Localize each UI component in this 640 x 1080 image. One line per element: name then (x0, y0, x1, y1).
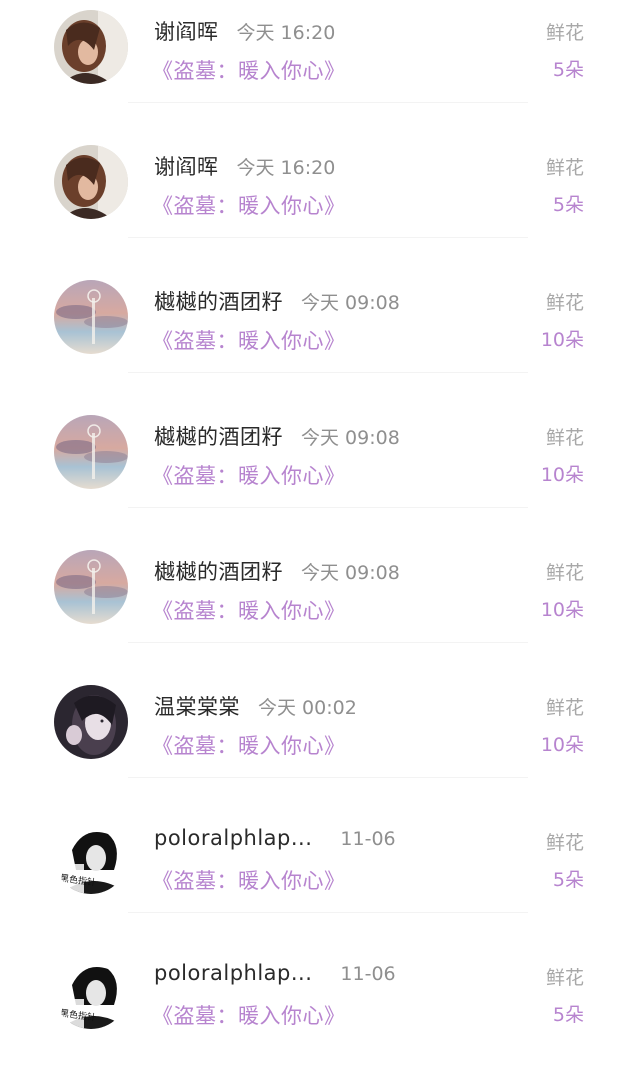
avatar-image (54, 415, 128, 489)
avatar-image (54, 550, 128, 624)
user-name[interactable]: 樾樾的酒团籽 (154, 286, 283, 316)
book-title[interactable]: 《盗墓：暖入你心》 (152, 595, 346, 625)
list-item[interactable]: 温棠棠棠 今天 00:02 《盗墓：暖入你心》 鲜花 10朵 (0, 675, 640, 810)
timestamp: 11-06 (340, 828, 396, 850)
user-name[interactable]: 温棠棠棠 (154, 691, 240, 721)
list-item[interactable]: 黑色指针 poloralphlap... 11-06 《盗墓：暖入你心》 鲜花 … (0, 810, 640, 945)
avatar[interactable]: 黑色指针 (54, 955, 128, 1029)
gift-count: 10朵 (540, 734, 584, 756)
gift-type: 鲜花 (545, 832, 584, 854)
list-item[interactable]: 樾樾的酒团籽 今天 09:08 《盗墓：暖入你心》 鲜花 10朵 (0, 540, 640, 675)
avatar-image (54, 685, 128, 759)
avatar[interactable] (54, 415, 128, 489)
book-title[interactable]: 《盗墓：暖入你心》 (152, 865, 346, 895)
name-line: 樾樾的酒团籽 今天 09:08 (154, 421, 400, 449)
avatar[interactable] (54, 685, 128, 759)
avatar-image (54, 280, 128, 354)
gift-type: 鲜花 (545, 562, 584, 584)
gift-count: 10朵 (540, 599, 584, 621)
gift-type: 鲜花 (545, 22, 584, 44)
name-line: 樾樾的酒团籽 今天 09:08 (154, 286, 400, 314)
name-line: 谢阎晖 今天 16:20 (154, 151, 335, 179)
timestamp: 今天 16:20 (236, 22, 336, 44)
avatar-image (54, 145, 128, 219)
avatar-image: 黑色指针 (54, 955, 128, 1029)
list-item[interactable]: 谢阎晖 今天 16:20 《盗墓：暖入你心》 鲜花 5朵 (0, 0, 640, 135)
name-line: poloralphlap... 11-06 (154, 961, 396, 989)
list-item[interactable]: 黑色指针 poloralphlap... 11-06 《盗墓：暖入你心》 鲜花 … (0, 945, 640, 1080)
name-line: 温棠棠棠 今天 00:02 (154, 691, 357, 719)
book-title[interactable]: 《盗墓：暖入你心》 (152, 460, 346, 490)
avatar[interactable]: 黑色指针 (54, 820, 128, 894)
book-title[interactable]: 《盗墓：暖入你心》 (152, 190, 346, 220)
book-title[interactable]: 《盗墓：暖入你心》 (152, 730, 346, 760)
avatar[interactable] (54, 280, 128, 354)
gift-count: 5朵 (552, 1004, 584, 1026)
gift-count: 5朵 (552, 869, 584, 891)
user-name[interactable]: 樾樾的酒团籽 (154, 421, 283, 451)
timestamp: 今天 09:08 (301, 562, 400, 584)
gift-type: 鲜花 (545, 292, 584, 314)
book-title[interactable]: 《盗墓：暖入你心》 (152, 1000, 346, 1030)
user-name[interactable]: poloralphlap... (154, 826, 312, 850)
name-line: poloralphlap... 11-06 (154, 826, 396, 854)
user-name[interactable]: poloralphlap... (154, 961, 312, 985)
gift-count: 5朵 (552, 194, 584, 216)
gift-type: 鲜花 (545, 967, 584, 989)
timestamp: 今天 09:08 (301, 292, 400, 314)
gift-type: 鲜花 (545, 157, 584, 179)
gift-type: 鲜花 (545, 697, 584, 719)
timestamp: 今天 16:20 (236, 157, 336, 179)
list-item[interactable]: 樾樾的酒团籽 今天 09:08 《盗墓：暖入你心》 鲜花 10朵 (0, 405, 640, 540)
divider (128, 912, 528, 913)
list-item[interactable]: 谢阎晖 今天 16:20 《盗墓：暖入你心》 鲜花 5朵 (0, 135, 640, 270)
book-title[interactable]: 《盗墓：暖入你心》 (152, 55, 346, 85)
name-line: 谢阎晖 今天 16:20 (154, 16, 335, 44)
divider (128, 237, 528, 238)
gift-count: 10朵 (540, 329, 584, 351)
gift-count: 10朵 (540, 464, 584, 486)
gift-record-list: 谢阎晖 今天 16:20 《盗墓：暖入你心》 鲜花 5朵 谢阎晖 今天 16:2… (0, 0, 640, 1080)
divider (128, 372, 528, 373)
avatar-image (54, 10, 128, 84)
divider (128, 642, 528, 643)
book-title[interactable]: 《盗墓：暖入你心》 (152, 325, 346, 355)
avatar[interactable] (54, 145, 128, 219)
user-name[interactable]: 谢阎晖 (154, 16, 219, 46)
divider (128, 102, 528, 103)
gift-type: 鲜花 (545, 427, 584, 449)
avatar[interactable] (54, 550, 128, 624)
list-item[interactable]: 樾樾的酒团籽 今天 09:08 《盗墓：暖入你心》 鲜花 10朵 (0, 270, 640, 405)
avatar[interactable] (54, 10, 128, 84)
avatar-image: 黑色指针 (54, 820, 128, 894)
name-line: 樾樾的酒团籽 今天 09:08 (154, 556, 400, 584)
timestamp: 11-06 (340, 963, 396, 985)
divider (128, 507, 528, 508)
timestamp: 今天 00:02 (258, 697, 357, 719)
divider (128, 777, 528, 778)
gift-count: 5朵 (552, 59, 584, 81)
user-name[interactable]: 谢阎晖 (154, 151, 219, 181)
user-name[interactable]: 樾樾的酒团籽 (154, 556, 283, 586)
timestamp: 今天 09:08 (301, 427, 400, 449)
